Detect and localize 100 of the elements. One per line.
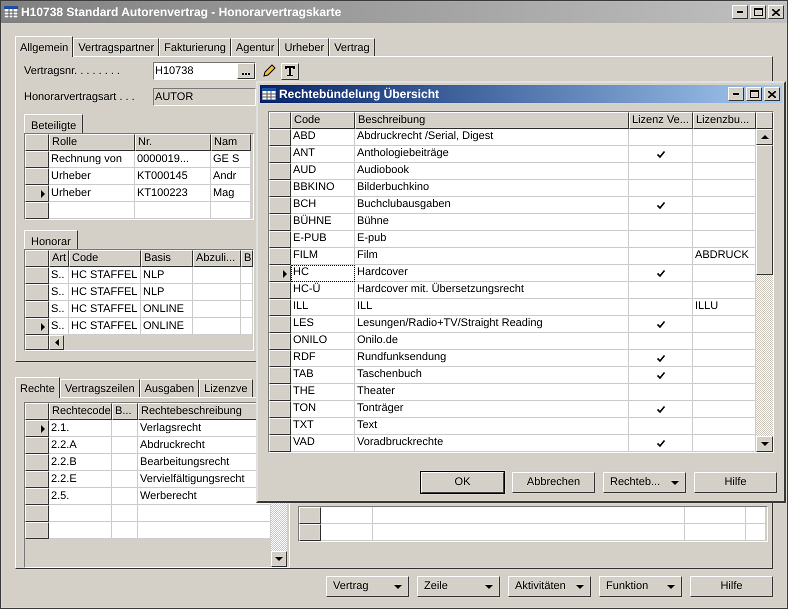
scroll-down-button[interactable] [271, 551, 287, 567]
column-header[interactable]: Code [69, 250, 141, 267]
maximize-button[interactable] [746, 87, 762, 101]
row-selector[interactable] [269, 180, 291, 197]
button[interactable]: OK [421, 472, 504, 493]
checkbox-cell[interactable] [629, 163, 693, 180]
column-header[interactable]: Basis [141, 250, 193, 267]
button[interactable]: Hilfe [690, 576, 773, 597]
scroll-down-button[interactable] [756, 436, 773, 452]
grid-corner[interactable] [25, 134, 49, 151]
checkbox-cell[interactable] [629, 435, 693, 452]
button[interactable]: Hilfe [694, 472, 777, 493]
checkbox-cell[interactable] [629, 282, 693, 299]
column-header[interactable]: Rechtecode [49, 403, 112, 420]
row-selector[interactable] [25, 284, 49, 301]
checkbox-cell[interactable] [629, 180, 693, 197]
tab[interactable]: Ausgaben [140, 379, 200, 397]
tab[interactable]: Lizenzve [199, 379, 253, 397]
row-selector[interactable] [269, 282, 291, 299]
row-selector[interactable] [25, 488, 49, 505]
row-selector[interactable] [269, 333, 291, 350]
column-header[interactable]: B... [112, 403, 138, 420]
checkbox-cell[interactable] [629, 265, 693, 282]
row-selector[interactable] [269, 214, 291, 231]
checkbox-cell[interactable] [629, 384, 693, 401]
row-selector[interactable] [269, 316, 291, 333]
dropdown-button[interactable]: Zeile [417, 576, 500, 597]
grid-corner[interactable] [25, 250, 49, 267]
column-header[interactable]: Art [49, 250, 69, 267]
tab[interactable]: Agentur [230, 38, 280, 56]
maximize-button[interactable] [750, 5, 766, 19]
row-selector[interactable] [269, 248, 291, 265]
checkbox-cell[interactable] [629, 333, 693, 350]
column-header[interactable]: Rolle [49, 134, 135, 151]
dropdown-button[interactable]: Funktion [599, 576, 682, 597]
tab[interactable]: Allgemein [15, 36, 74, 57]
row-selector[interactable] [25, 420, 49, 437]
text-format-icon[interactable] [281, 62, 299, 80]
row-selector[interactable] [269, 197, 291, 214]
checkbox-cell[interactable] [629, 231, 693, 248]
row-selector[interactable] [269, 129, 291, 146]
grid-corner[interactable] [25, 403, 49, 420]
row-selector[interactable] [269, 265, 291, 282]
readonly-field[interactable]: AUTOR [153, 88, 256, 106]
column-header[interactable]: Lizenz Ve... [629, 112, 693, 129]
row-selector[interactable] [25, 505, 49, 522]
close-button[interactable] [768, 5, 784, 19]
tab[interactable]: Vertragspartner [73, 38, 160, 56]
column-header[interactable]: Nr. [135, 134, 211, 151]
row-selector[interactable] [25, 267, 49, 284]
row-selector[interactable] [299, 524, 321, 541]
column-header[interactable]: Beschreibung [355, 112, 629, 129]
checkbox-cell[interactable] [629, 418, 693, 435]
row-selector[interactable] [269, 299, 291, 316]
checkbox-cell[interactable] [629, 401, 693, 418]
grid-corner[interactable] [269, 112, 291, 129]
dropdown-button[interactable]: Vertrag [326, 576, 409, 597]
tab[interactable]: Vertragszeilen [60, 379, 140, 397]
row-selector[interactable] [25, 185, 49, 202]
scroll-left-button[interactable] [49, 335, 64, 350]
tab[interactable]: Vertrag [329, 38, 375, 56]
tab[interactable]: Rechte [15, 377, 60, 398]
row-selector[interactable] [269, 384, 291, 401]
row-selector[interactable] [25, 168, 49, 185]
row-selector[interactable] [269, 367, 291, 384]
checkbox-cell[interactable] [629, 299, 693, 316]
column-header[interactable]: B [241, 250, 253, 267]
checkbox-cell[interactable] [629, 316, 693, 333]
checkbox-cell[interactable] [629, 129, 693, 146]
pencil-icon[interactable] [261, 63, 277, 79]
row-selector[interactable] [25, 437, 49, 454]
minimize-button[interactable] [728, 87, 744, 101]
tab[interactable]: Urheber [279, 38, 330, 56]
scroll-up-button[interactable] [756, 129, 773, 145]
tab[interactable]: Fakturierung [159, 38, 231, 56]
row-selector[interactable] [25, 522, 49, 539]
checkbox-cell[interactable] [629, 146, 693, 163]
row-selector[interactable] [25, 454, 49, 471]
dropdown-button[interactable]: Aktivitäten [508, 576, 591, 597]
row-selector[interactable] [269, 418, 291, 435]
column-header[interactable]: Nam [211, 134, 251, 151]
dropdown-button[interactable]: Rechteb... [603, 472, 686, 493]
checkbox-cell[interactable] [629, 248, 693, 265]
row-selector[interactable] [25, 301, 49, 318]
row-selector[interactable] [269, 231, 291, 248]
row-selector[interactable] [25, 471, 49, 488]
checkbox-cell[interactable] [629, 367, 693, 384]
row-selector[interactable] [299, 507, 321, 524]
row-selector[interactable] [25, 202, 49, 219]
scrollbar-thumb[interactable] [756, 145, 773, 275]
row-selector[interactable] [269, 350, 291, 367]
lookup-button[interactable] [237, 63, 255, 79]
checkbox-cell[interactable] [629, 214, 693, 231]
checkbox-cell[interactable] [629, 350, 693, 367]
column-header[interactable]: Lizenzbu... [693, 112, 756, 129]
row-selector[interactable] [269, 401, 291, 418]
row-selector[interactable] [25, 318, 49, 335]
minimize-button[interactable] [732, 5, 748, 19]
column-header[interactable]: Abzuli... [193, 250, 241, 267]
row-selector[interactable] [25, 151, 49, 168]
